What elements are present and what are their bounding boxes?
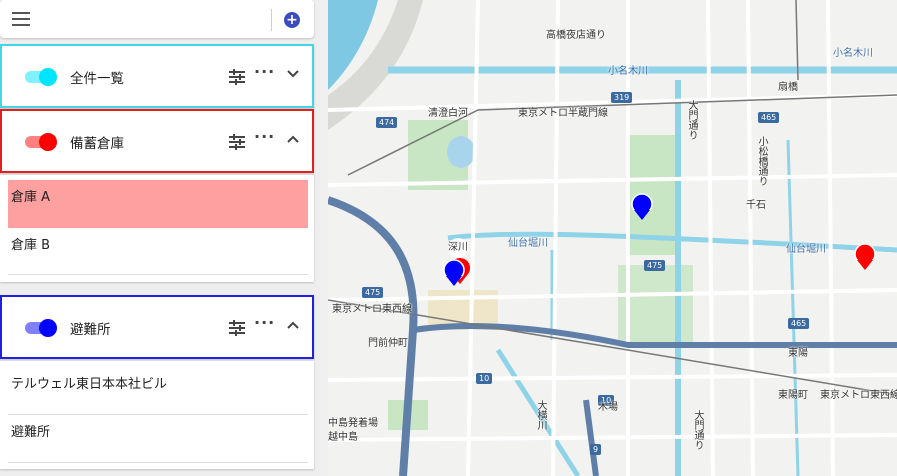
- map-label: 東京メトロ東西線: [332, 304, 412, 315]
- layer-title: 全件一覧: [70, 71, 124, 87]
- layer-toggle[interactable]: [25, 68, 57, 86]
- toolbar: +: [0, 0, 314, 38]
- tune-icon[interactable]: [229, 134, 245, 150]
- map-label: 仙台堀川: [786, 244, 826, 255]
- menu-icon[interactable]: [12, 12, 30, 26]
- list-item[interactable]: テルウェル東日本本社ビル: [8, 367, 308, 398]
- map-label: 中島発着場: [328, 418, 378, 429]
- more-icon[interactable]: ···: [254, 62, 275, 81]
- map-label: 扇橋: [778, 82, 798, 93]
- divider: [8, 274, 308, 275]
- layer-toggle[interactable]: [25, 319, 57, 337]
- layer-header-stockpile[interactable]: 備蓄倉庫 ···: [0, 109, 314, 173]
- map-label: 東陽町: [778, 390, 808, 401]
- map-label: 仙台堀川: [508, 238, 548, 249]
- map-label: 小名木川: [608, 66, 648, 77]
- map-label: 門前仲町: [368, 338, 408, 349]
- shelter-list: テルウェル東日本本社ビル 避難所: [0, 361, 314, 469]
- map-label: 木場: [598, 402, 618, 413]
- list-item[interactable]: 避難所: [8, 415, 308, 446]
- list-item[interactable]: 倉庫 B: [8, 228, 308, 259]
- map-label: 小名木川: [833, 48, 873, 59]
- map-label: 東京メトロ半蔵門線: [518, 108, 608, 119]
- route-shield: 474: [376, 117, 398, 128]
- list-item[interactable]: 倉庫 A: [8, 180, 308, 228]
- layer-header-all[interactable]: 全件一覧 ···: [0, 44, 314, 108]
- route-shield: 10: [476, 373, 493, 384]
- map-label: 小松橋通り: [756, 136, 767, 186]
- more-icon[interactable]: ···: [254, 127, 275, 146]
- map-label: 大門通り: [686, 100, 697, 140]
- route-shield: 465: [788, 318, 810, 329]
- chevron-up-icon[interactable]: [286, 132, 300, 146]
- map-label: 千石: [746, 200, 766, 211]
- divider: [8, 462, 308, 463]
- layer-header-shelter[interactable]: 避難所 ···: [0, 295, 314, 359]
- route-shield: 475: [362, 287, 384, 298]
- layer-toggle[interactable]: [25, 133, 57, 151]
- route-shield: 319: [611, 92, 633, 103]
- route-shield: 9: [590, 444, 602, 455]
- chevron-up-icon[interactable]: [286, 318, 300, 332]
- layer-panel: + 全件一覧 ··· 備蓄倉庫 ··· 倉庫 A 倉庫 B 避難所 ··· テル…: [0, 0, 320, 476]
- layer-title: 避難所: [70, 322, 111, 338]
- route-shield: 465: [758, 112, 780, 123]
- add-icon[interactable]: +: [284, 12, 300, 28]
- tune-icon[interactable]: [229, 320, 245, 336]
- map-label: 大横川: [535, 400, 546, 430]
- map-label: 高橋夜店通り: [546, 30, 606, 41]
- map-label: 深川: [448, 242, 468, 253]
- map-label: 大門通り: [692, 410, 703, 450]
- map-view[interactable]: 高橋夜店通り 小名木川 小名木川 扇橋 清澄白河 東京メトロ半蔵門線 319 4…: [328, 0, 897, 476]
- map-marker-stockpile[interactable]: [854, 243, 876, 270]
- map-label: 東陽: [788, 348, 808, 359]
- map-label: 東京メトロ東西線: [820, 390, 897, 401]
- tune-icon[interactable]: [229, 69, 245, 85]
- more-icon[interactable]: ···: [254, 313, 275, 332]
- map-label: 清澄白河: [428, 108, 468, 119]
- stockpile-list: 倉庫 A 倉庫 B: [0, 175, 314, 282]
- layer-title: 備蓄倉庫: [70, 136, 124, 152]
- toolbar-divider: [271, 9, 272, 31]
- route-shield: 475: [644, 260, 666, 271]
- map-label: 越中島: [328, 432, 358, 443]
- chevron-down-icon[interactable]: [286, 67, 300, 81]
